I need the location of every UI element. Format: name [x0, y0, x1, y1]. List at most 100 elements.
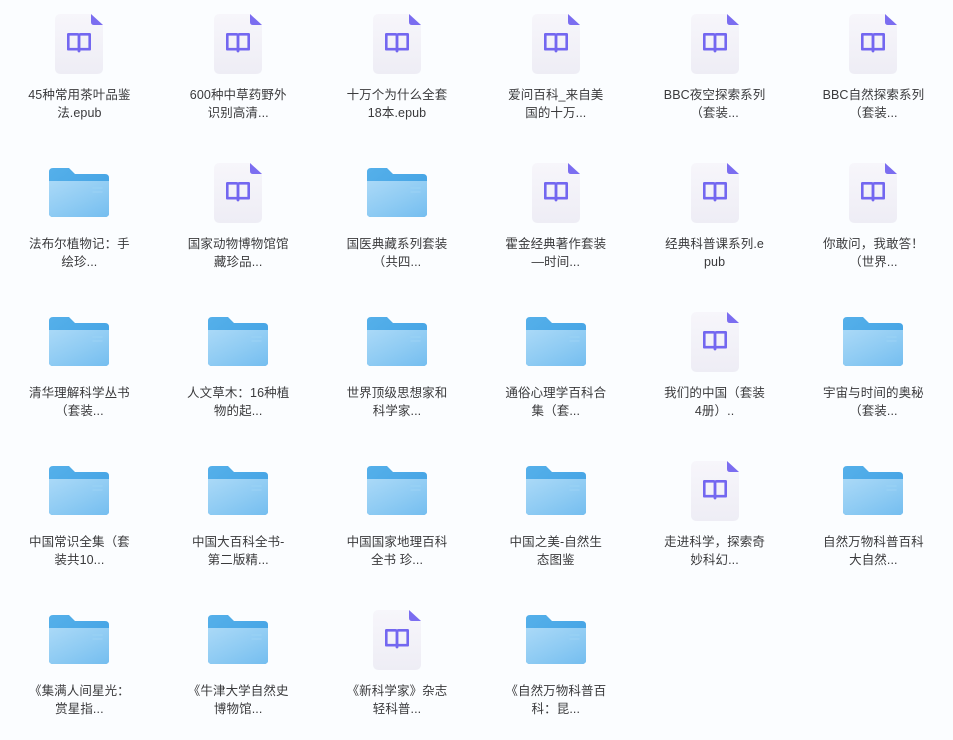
folder-icon — [524, 308, 588, 376]
folder-icon — [366, 168, 427, 217]
file-item[interactable]: BBC夜空探索系列（套装... — [635, 4, 794, 153]
epub-file-icon — [55, 14, 104, 74]
file-label: 世界顶级思想家和科学家... — [346, 386, 448, 418]
epub-file-icon — [214, 163, 263, 223]
file-label: 走进科学，探索奇妙科幻... — [664, 535, 765, 567]
epub-file-icon — [690, 163, 739, 223]
file-label: BBC夜空探索系列（套装... — [663, 88, 766, 120]
file-label: 法布尔植物记：手绘珍... — [28, 237, 130, 269]
epub-file-icon — [841, 10, 905, 78]
file-label: 中国常识全集（套装共10... — [28, 535, 130, 567]
folder-icon — [49, 168, 110, 217]
file-label: 我们的中国（套装4册）.. — [664, 386, 765, 418]
epub-file-icon — [683, 308, 747, 376]
file-label: 爱问百科_来自美国的十万... — [508, 88, 604, 120]
file-item[interactable]: 中国常识全集（套装共10... — [0, 451, 159, 600]
file-label: 霍金经典著作套装—时间... — [505, 237, 607, 269]
file-item[interactable]: 自然万物科普百科大自然... — [794, 451, 953, 600]
file-item[interactable]: 中国大百科全书-第二版精... — [159, 451, 318, 600]
folder-icon — [208, 317, 269, 366]
file-item[interactable]: 中国之美-自然生态图鉴 — [476, 451, 635, 600]
folder-icon — [365, 308, 429, 376]
folder-icon — [47, 159, 111, 227]
folder-icon — [47, 606, 111, 674]
folder-icon — [366, 466, 427, 515]
file-item[interactable]: 《牛津大学自然史博物馆... — [159, 600, 318, 740]
epub-file-icon — [524, 159, 588, 227]
folder-icon — [47, 457, 111, 525]
file-item[interactable]: 走进科学，探索奇妙科幻... — [635, 451, 794, 600]
epub-file-icon — [524, 10, 588, 78]
folder-icon — [841, 457, 905, 525]
folder-icon — [525, 317, 586, 366]
file-item[interactable]: 世界顶级思想家和科学家... — [318, 302, 477, 451]
file-grid[interactable]: 45种常用茶叶品鉴法.epub 600种中草药野外识别高清... 十万个为什么全… — [0, 0, 953, 740]
epub-file-icon — [690, 461, 739, 521]
epub-file-icon — [683, 10, 747, 78]
folder-icon — [208, 615, 269, 664]
file-item[interactable]: 爱问百科_来自美国的十万... — [476, 4, 635, 153]
epub-file-icon — [365, 606, 429, 674]
file-item[interactable]: 国家动物博物馆馆藏珍品... — [159, 153, 318, 302]
folder-icon — [49, 317, 110, 366]
file-label: 十万个为什么全套18本.epub — [346, 88, 448, 120]
file-item[interactable]: 600种中草药野外识别高清... — [159, 4, 318, 153]
epub-file-icon — [683, 159, 747, 227]
file-label: 45种常用茶叶品鉴法.epub — [28, 88, 131, 120]
epub-file-icon — [372, 610, 421, 670]
folder-icon — [206, 606, 270, 674]
file-label: 中国大百科全书-第二版精... — [191, 535, 285, 567]
folder-icon — [843, 466, 904, 515]
file-item[interactable]: 霍金经典著作套装—时间... — [476, 153, 635, 302]
file-item[interactable]: 宇宙与时间的奥秘（套装... — [794, 302, 953, 451]
file-label: 《新科学家》杂志轻科普... — [346, 684, 448, 716]
folder-icon — [524, 606, 588, 674]
epub-file-icon — [849, 163, 898, 223]
file-item[interactable]: 清华理解科学丛书（套装... — [0, 302, 159, 451]
file-item[interactable]: 人文草木：16种植物的起... — [159, 302, 318, 451]
file-item[interactable]: 你敢问，我敢答！（世界... — [794, 153, 953, 302]
file-item[interactable]: 国医典藏系列套装（共四... — [318, 153, 477, 302]
file-label: 《牛津大学自然史博物馆... — [187, 684, 289, 716]
file-label: BBC自然探索系列（套装... — [822, 88, 925, 120]
epub-file-icon — [683, 457, 747, 525]
file-label: 宇宙与时间的奥秘（套装... — [822, 386, 924, 418]
file-label: 清华理解科学丛书（套装... — [28, 386, 130, 418]
epub-file-icon — [206, 159, 270, 227]
file-item[interactable]: 《新科学家》杂志轻科普... — [318, 600, 477, 740]
file-item[interactable]: 《自然万物科普百科：昆... — [476, 600, 635, 740]
folder-icon — [365, 159, 429, 227]
folder-icon — [525, 466, 586, 515]
epub-file-icon — [841, 159, 905, 227]
file-item[interactable]: BBC自然探索系列（套装... — [794, 4, 953, 153]
epub-file-icon — [214, 14, 263, 74]
epub-file-icon — [365, 10, 429, 78]
folder-icon — [206, 308, 270, 376]
epub-file-icon — [372, 14, 421, 74]
file-label: 国家动物博物馆馆藏珍品... — [187, 237, 289, 269]
file-label: 中国国家地理百科全书 珍... — [346, 535, 448, 567]
epub-file-icon — [206, 10, 270, 78]
file-item[interactable]: 法布尔植物记：手绘珍... — [0, 153, 159, 302]
folder-icon — [365, 457, 429, 525]
file-label: 自然万物科普百科大自然... — [822, 535, 924, 567]
folder-icon — [366, 317, 427, 366]
epub-file-icon — [849, 14, 898, 74]
folder-icon — [49, 466, 110, 515]
file-item[interactable]: 十万个为什么全套18本.epub — [318, 4, 477, 153]
file-item[interactable]: 45种常用茶叶品鉴法.epub — [0, 4, 159, 153]
folder-icon — [49, 615, 110, 664]
folder-icon — [843, 317, 904, 366]
file-label: 你敢问，我敢答！（世界... — [822, 237, 924, 269]
epub-file-icon — [531, 14, 580, 74]
file-item[interactable]: 我们的中国（套装4册）.. — [635, 302, 794, 451]
file-item[interactable]: 《集满人间星光：赏星指... — [0, 600, 159, 740]
folder-icon — [208, 466, 269, 515]
epub-file-icon — [531, 163, 580, 223]
folder-icon — [525, 615, 586, 664]
file-item[interactable]: 中国国家地理百科全书 珍... — [318, 451, 477, 600]
epub-file-icon — [47, 10, 111, 78]
file-item[interactable]: 经典科普课系列.epub — [635, 153, 794, 302]
epub-file-icon — [690, 312, 739, 372]
file-item[interactable]: 通俗心理学百科合集（套... — [476, 302, 635, 451]
